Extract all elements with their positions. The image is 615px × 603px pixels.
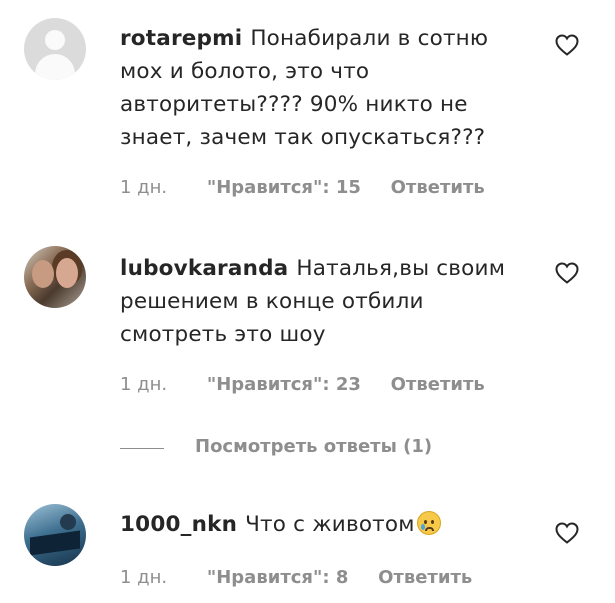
comment-meta: 1 дн. "Нравится": 23 Ответить (120, 374, 485, 395)
heart-outline-icon[interactable] (555, 34, 579, 56)
comment-body: 1000_nkn Что с животом (120, 508, 520, 541)
comment-username[interactable]: rotarepmi (120, 26, 242, 51)
reply-button[interactable]: Ответить (391, 374, 485, 395)
comment-text: Что с животом (245, 512, 415, 537)
comment-likes[interactable]: "Нравится": 15 (207, 177, 361, 198)
view-replies-label[interactable]: Посмотреть ответы (1) (195, 436, 432, 457)
comment-likes[interactable]: "Нравится": 8 (207, 567, 349, 588)
reply-button[interactable]: Ответить (391, 177, 485, 198)
avatar[interactable] (24, 504, 86, 566)
default-avatar-icon[interactable] (24, 18, 86, 80)
comment-likes[interactable]: "Нравится": 23 (207, 374, 361, 395)
comment-time[interactable]: 1 дн. (120, 567, 167, 588)
comment-username[interactable]: lubovkaranda (120, 256, 288, 281)
heart-outline-icon[interactable] (555, 522, 579, 544)
crying-face-emoji (416, 511, 441, 535)
comment-time[interactable]: 1 дн. (120, 177, 167, 198)
comment-body: rotarepmi Понабирали в сотню мох и болото… (120, 22, 520, 154)
divider-line (120, 448, 164, 449)
comment-meta: 1 дн. "Нравится": 8 Ответить (120, 567, 472, 588)
comment-username[interactable]: 1000_nkn (120, 512, 237, 537)
comment-meta: 1 дн. "Нравится": 15 Ответить (120, 177, 485, 198)
comment-time[interactable]: 1 дн. (120, 374, 167, 395)
reply-button[interactable]: Ответить (378, 567, 472, 588)
comment-body: lubovkaranda Наталья,вы своим решением в … (120, 252, 520, 351)
avatar[interactable] (24, 246, 86, 308)
view-replies-button[interactable]: Посмотреть ответы (1) (120, 433, 520, 463)
heart-outline-icon[interactable] (555, 262, 579, 284)
